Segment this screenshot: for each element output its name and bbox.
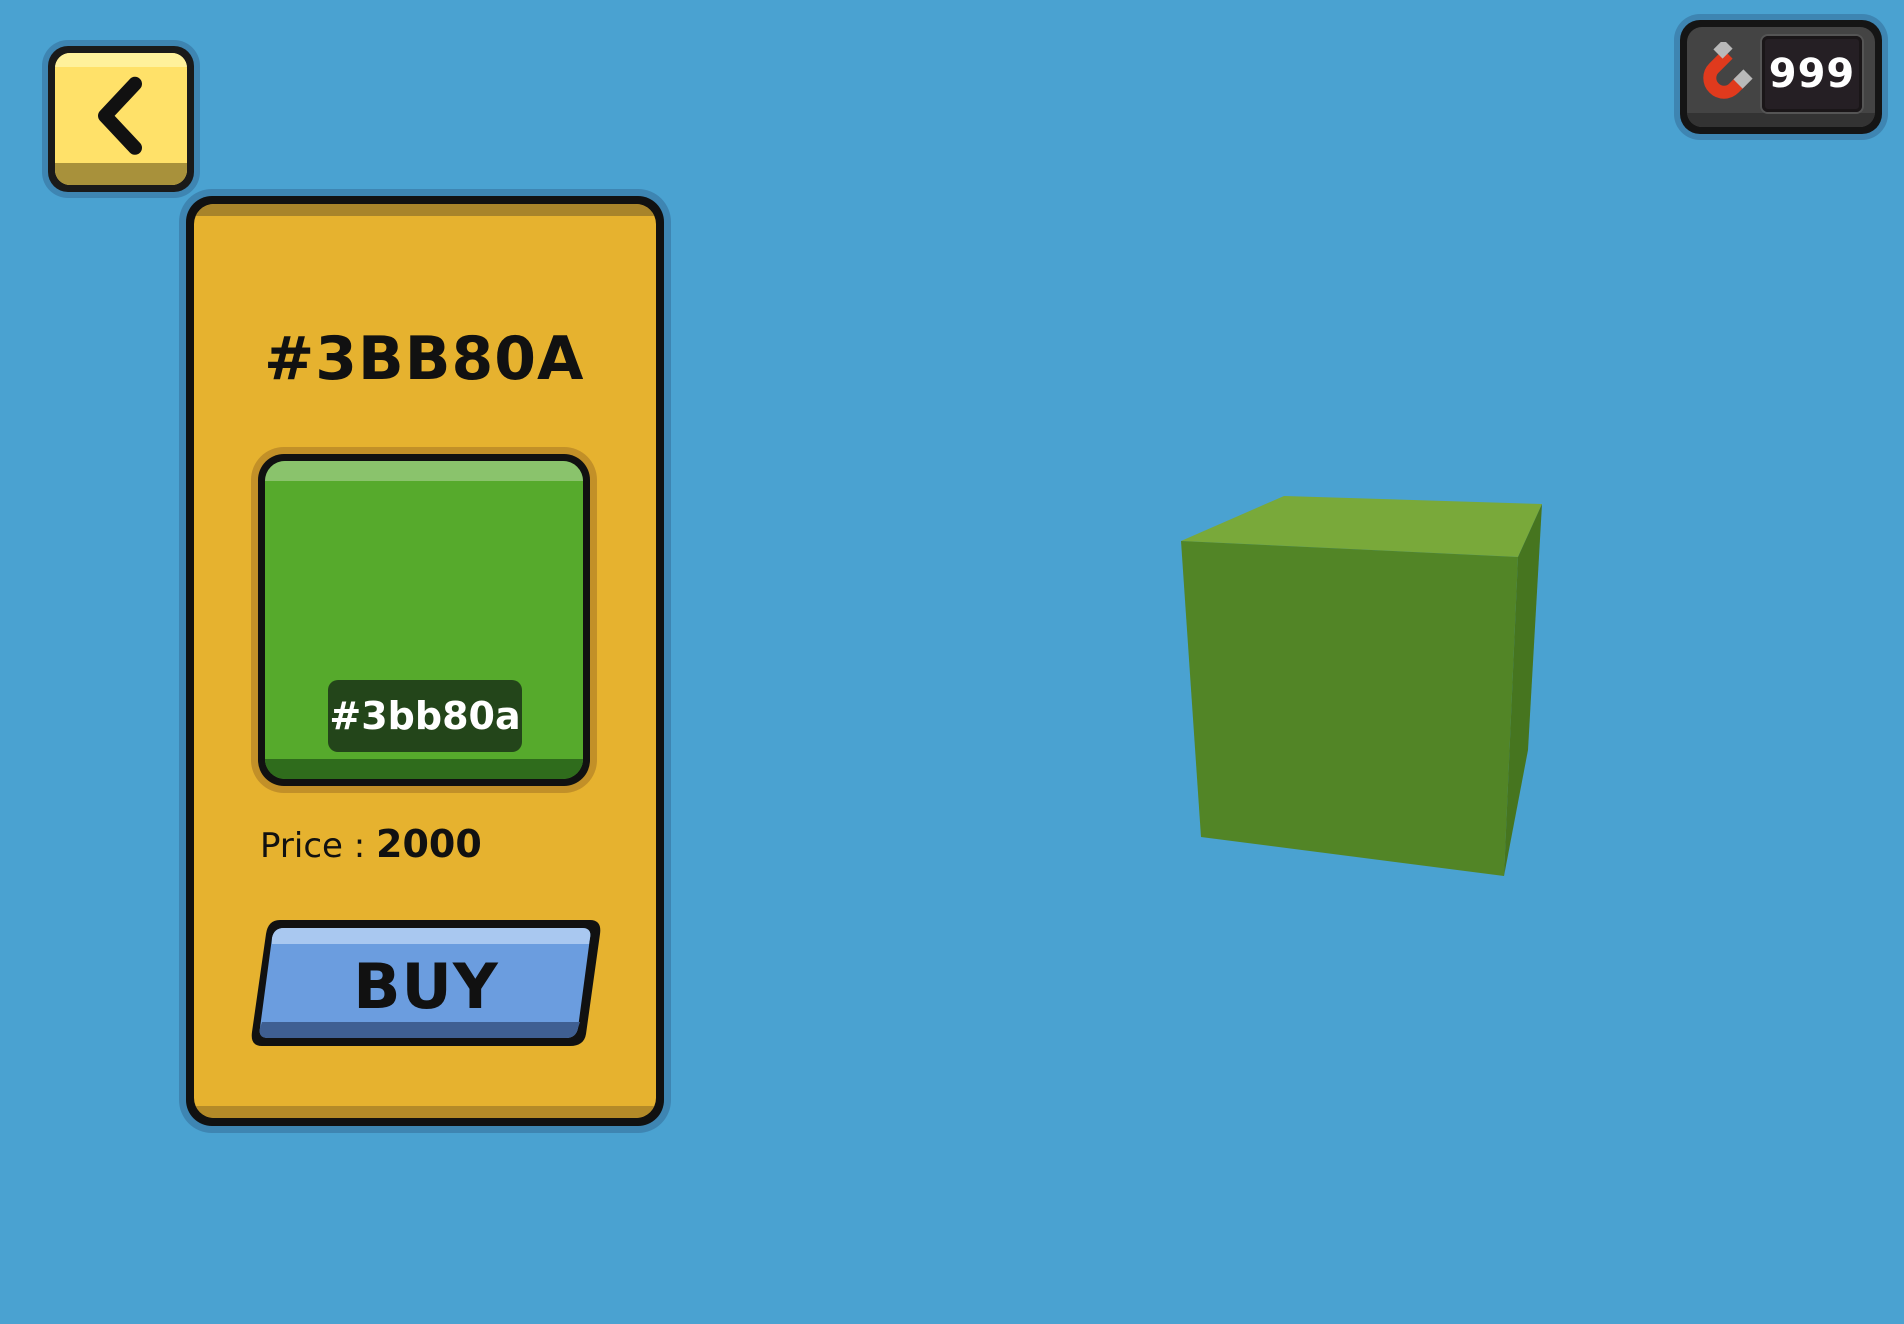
cube-front-face xyxy=(1181,541,1518,876)
back-button[interactable] xyxy=(48,46,194,192)
buy-button[interactable]: BUY xyxy=(250,912,602,1052)
price-row: Price : 2000 xyxy=(260,822,482,866)
currency-count: 999 xyxy=(1762,36,1862,112)
chevron-left-icon xyxy=(98,76,142,155)
buy-label: BUY xyxy=(353,950,499,1023)
game-scene: 999 #3BB80A #3bb80a Price : 2000 BUY xyxy=(0,0,1904,1324)
swatch-hex-label: #3bb80a xyxy=(328,680,522,752)
color-swatch[interactable]: #3bb80a xyxy=(258,454,590,786)
price-label: Price : xyxy=(260,826,366,866)
magnet-icon xyxy=(1703,42,1753,99)
magnet-currency-display: 999 xyxy=(1680,20,1882,134)
price-value: 2000 xyxy=(376,822,482,866)
color-title: #3BB80A xyxy=(264,324,585,394)
cube-preview xyxy=(1181,496,1542,876)
